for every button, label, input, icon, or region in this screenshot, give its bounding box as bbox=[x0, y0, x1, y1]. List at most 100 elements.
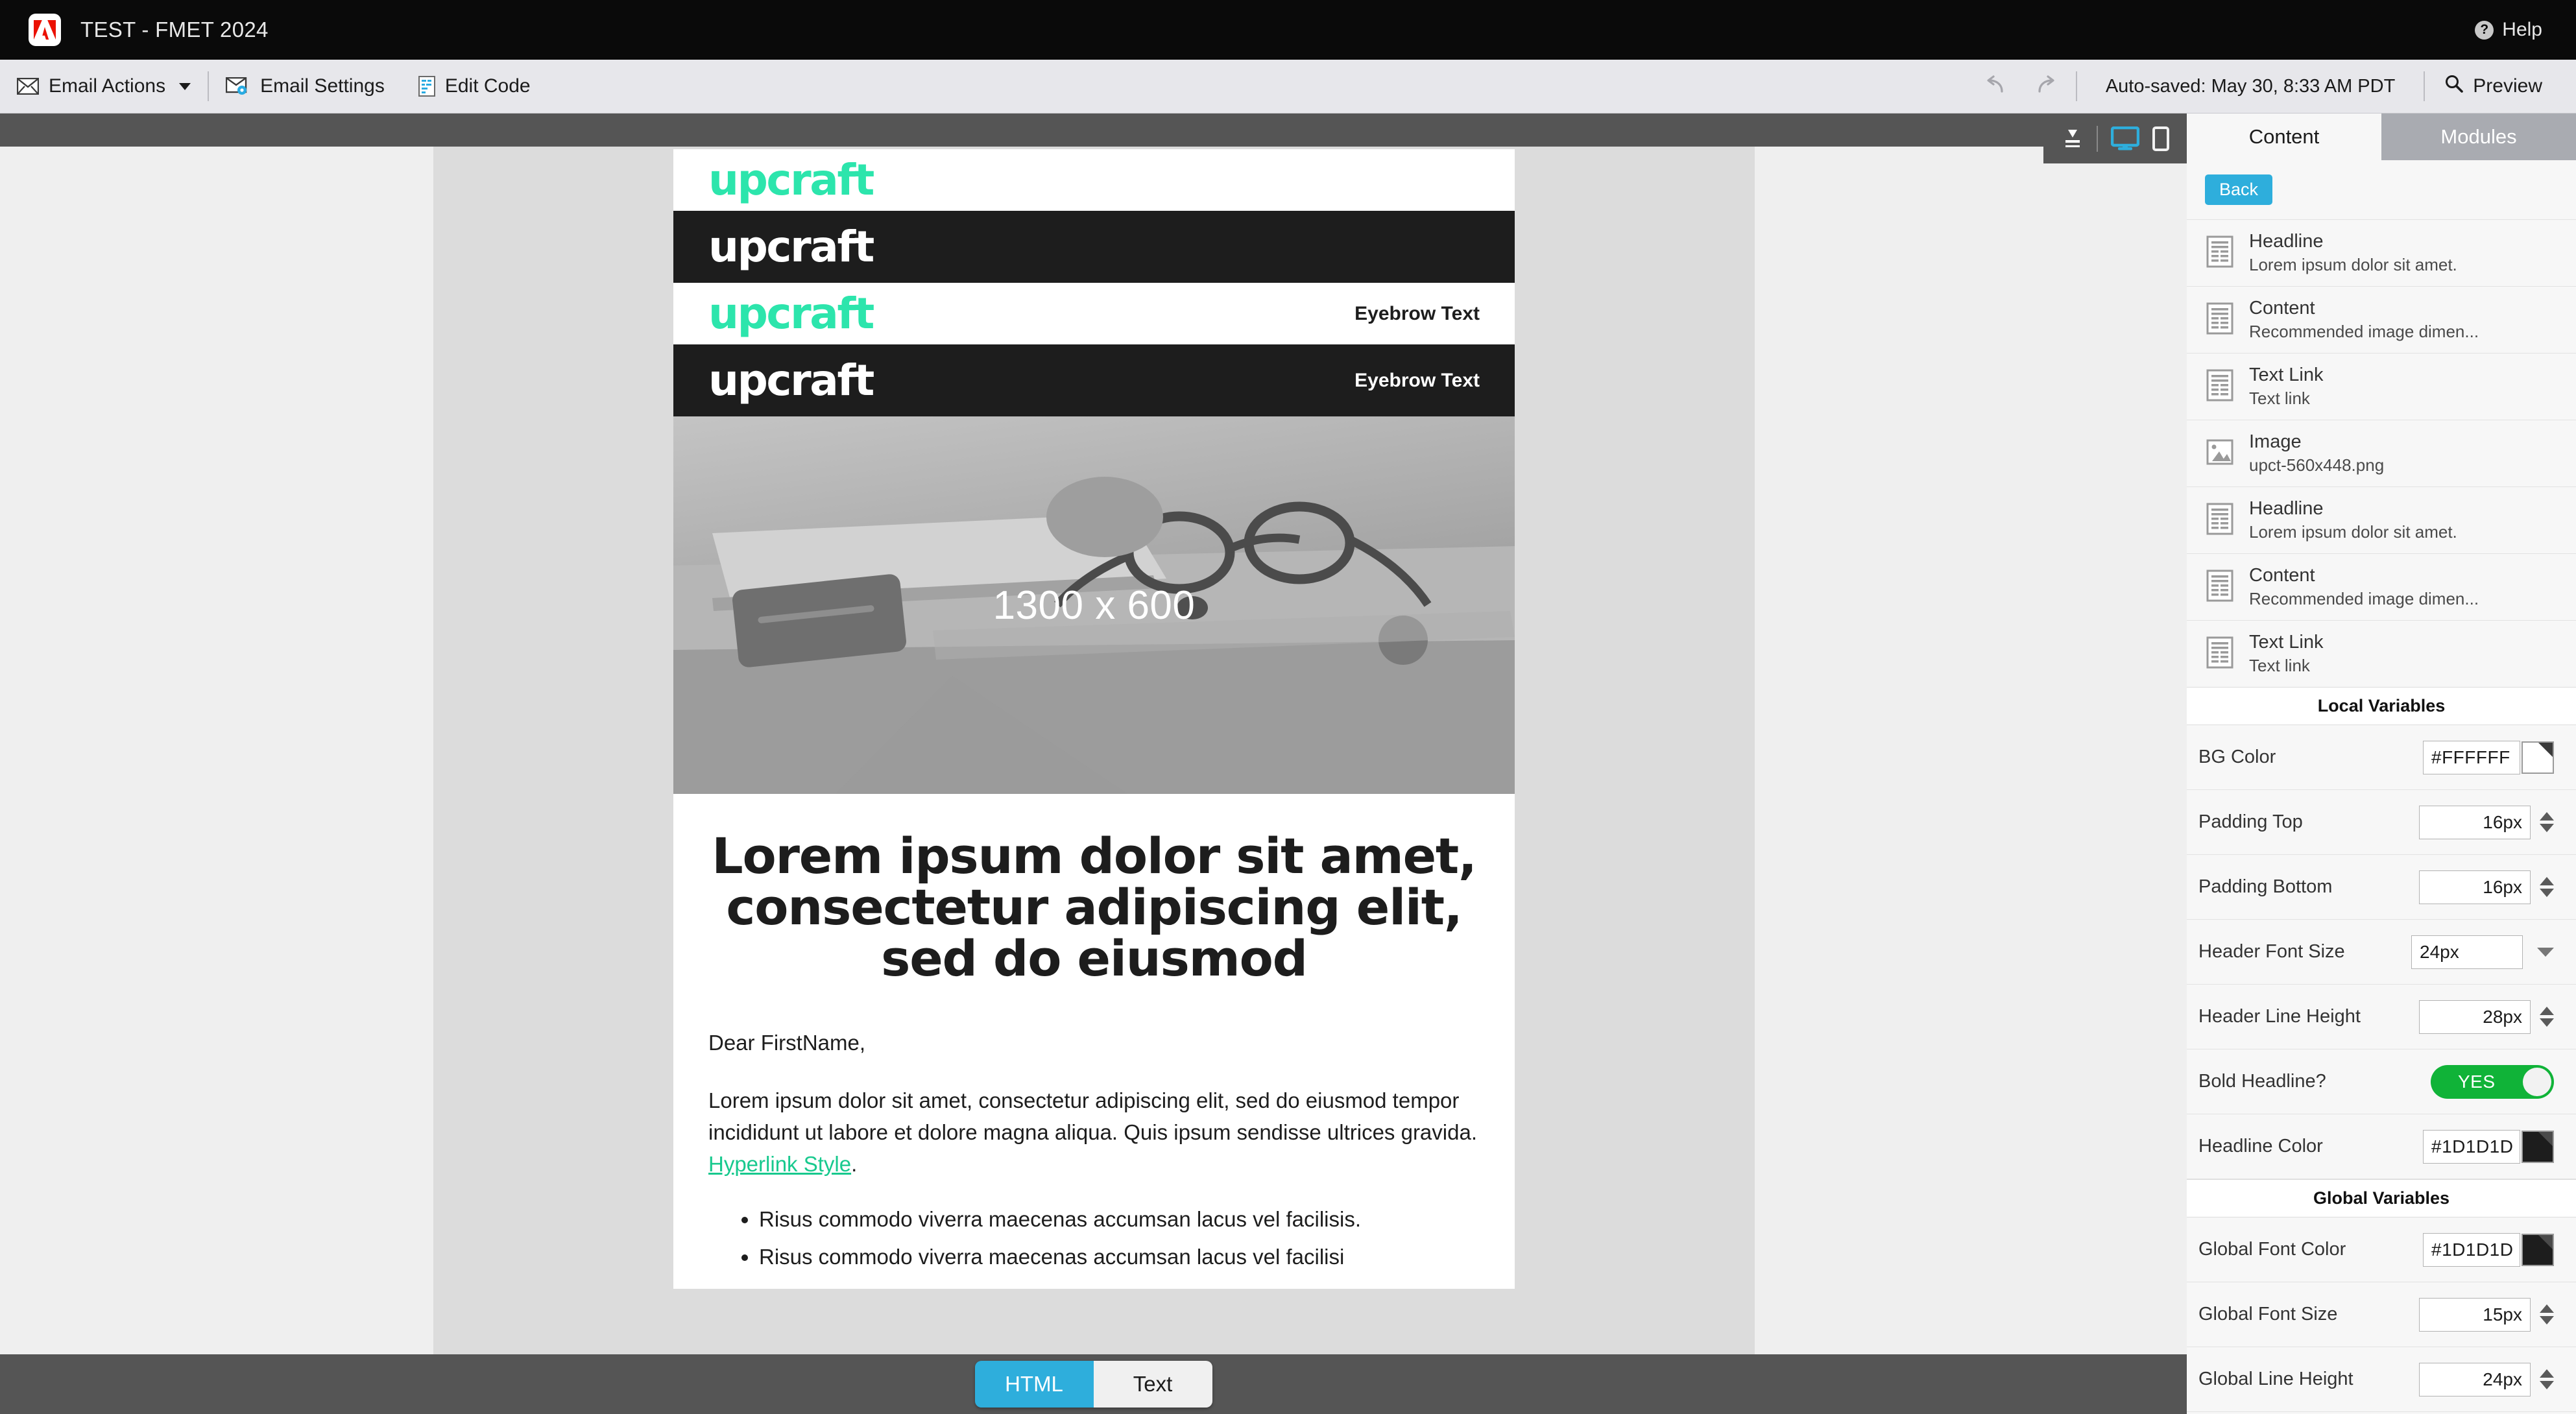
paragraph-period: . bbox=[851, 1152, 858, 1176]
global-font-color-swatch[interactable] bbox=[2522, 1233, 2554, 1266]
text-document-icon bbox=[2206, 369, 2233, 405]
stepper-down-icon bbox=[2540, 1381, 2554, 1389]
tab-html[interactable]: HTML bbox=[974, 1361, 1094, 1408]
stepper-down-icon bbox=[2540, 1018, 2554, 1027]
edit-code-button[interactable]: Edit Code bbox=[402, 60, 548, 113]
top-app-bar: TEST - FMET 2024 ? Help bbox=[0, 0, 2576, 60]
chevron-down-icon bbox=[179, 82, 191, 90]
stepper-up-icon bbox=[2540, 1304, 2554, 1313]
variable-label: Global Line Height bbox=[2198, 1369, 2353, 1389]
right-properties-panel: Content Modules Back Headline Lorem ipsu… bbox=[2187, 114, 2576, 1414]
list-item-subtitle: Recommended image dimen... bbox=[2249, 589, 2479, 608]
global-variables-header: Global Variables bbox=[2187, 1179, 2576, 1217]
variable-label: Headline Color bbox=[2198, 1136, 2323, 1156]
variable-label: Padding Top bbox=[2198, 811, 2303, 832]
hero-image-placeholder[interactable]: 1300 x 600 bbox=[673, 416, 1515, 794]
device-divider bbox=[2096, 125, 2098, 152]
edit-code-label: Edit Code bbox=[444, 75, 531, 97]
padding-top-stepper[interactable] bbox=[2540, 812, 2554, 832]
eyebrow-text: Eyebrow Text bbox=[1354, 302, 1480, 324]
list-item-title: Headline bbox=[2249, 498, 2324, 519]
tab-text[interactable]: Text bbox=[1093, 1361, 1212, 1408]
padding-bottom-stepper[interactable] bbox=[2540, 877, 2554, 897]
list-item[interactable]: Headline Lorem ipsum dolor sit amet. bbox=[2187, 486, 2576, 553]
global-font-size-stepper[interactable] bbox=[2540, 1304, 2554, 1324]
headline-color-input[interactable]: #1D1D1D bbox=[2423, 1129, 2520, 1164]
variable-label: Global Font Color bbox=[2198, 1239, 2346, 1260]
magnifier-icon bbox=[2444, 74, 2464, 99]
list-item: Risus commodo viverra maecenas accumsan … bbox=[759, 1201, 1480, 1238]
header-line-height-input[interactable]: 28px bbox=[2419, 1000, 2531, 1034]
list-item[interactable]: Content Recommended image dimen... bbox=[2187, 286, 2576, 353]
email-paragraph[interactable]: Lorem ipsum dolor sit amet, consectetur … bbox=[708, 1084, 1480, 1180]
toggle-value-label: YES bbox=[2458, 1071, 2496, 1092]
padding-bottom-input[interactable]: 16px bbox=[2419, 870, 2531, 904]
list-item-title: Content bbox=[2249, 298, 2315, 318]
email-headline[interactable]: Lorem ipsum dolor sit amet, consectetur … bbox=[708, 830, 1480, 984]
collapse-all-icon[interactable] bbox=[2062, 127, 2084, 150]
bg-color-input[interactable]: #FFFFFF bbox=[2423, 740, 2520, 774]
undo-arrow-icon[interactable] bbox=[1985, 75, 2007, 99]
email-salutation[interactable]: Dear FirstName, bbox=[708, 1027, 1480, 1059]
email-settings-button[interactable]: Email Settings bbox=[209, 60, 402, 113]
email-settings-label: Email Settings bbox=[260, 75, 385, 97]
upcraft-wordmark: upcraft bbox=[708, 221, 874, 272]
help-button[interactable]: ? Help bbox=[2475, 19, 2542, 41]
envelope-icon bbox=[17, 78, 39, 95]
chevron-down-icon[interactable] bbox=[2537, 947, 2554, 957]
code-document-icon bbox=[418, 76, 435, 97]
preview-button[interactable]: Preview bbox=[2425, 74, 2576, 99]
headline-color-swatch[interactable] bbox=[2522, 1130, 2554, 1163]
bg-color-swatch[interactable] bbox=[2522, 741, 2554, 774]
list-item-title: Text Link bbox=[2249, 632, 2324, 653]
list-item[interactable]: Image upct-560x448.png bbox=[2187, 420, 2576, 486]
variable-row-bold-headline: Bold Headline? YES bbox=[2187, 1049, 2576, 1114]
global-font-size-input[interactable]: 15px bbox=[2419, 1297, 2531, 1332]
adobe-logo-icon[interactable] bbox=[29, 14, 61, 46]
email-body: Lorem ipsum dolor sit amet, consectetur … bbox=[673, 794, 1515, 1289]
tab-content[interactable]: Content bbox=[2187, 114, 2381, 160]
global-font-color-input[interactable]: #1D1D1D bbox=[2423, 1232, 2520, 1267]
help-label: Help bbox=[2502, 19, 2542, 40]
text-document-icon bbox=[2206, 636, 2233, 672]
device-view-toolbar bbox=[2043, 114, 2187, 163]
redo-arrow-icon[interactable] bbox=[2034, 75, 2056, 99]
html-text-toggle: HTML Text bbox=[974, 1361, 1212, 1408]
text-document-icon bbox=[2206, 569, 2233, 605]
global-line-height-stepper[interactable] bbox=[2540, 1369, 2554, 1389]
tab-modules[interactable]: Modules bbox=[2381, 114, 2576, 160]
upcraft-wordmark: upcraft bbox=[708, 154, 874, 205]
variable-row-headline-color: Headline Color #1D1D1D bbox=[2187, 1114, 2576, 1179]
list-item[interactable]: Text Link Text link bbox=[2187, 620, 2576, 687]
bold-headline-toggle[interactable]: YES bbox=[2431, 1064, 2554, 1099]
email-band-logo-white[interactable]: upcraft bbox=[673, 149, 1515, 211]
mobile-phone-icon[interactable] bbox=[2152, 126, 2169, 151]
email-band-logo-eyebrow-dark[interactable]: upcraft Eyebrow Text bbox=[673, 344, 1515, 416]
list-item: Risus commodo viverra maecenas accumsan … bbox=[759, 1238, 1480, 1276]
email-preview-document: upcraft upcraft upcraft Eyebrow Text upc… bbox=[673, 149, 1515, 1289]
list-item[interactable]: Content Recommended image dimen... bbox=[2187, 553, 2576, 620]
email-band-logo-dark[interactable]: upcraft bbox=[673, 211, 1515, 283]
header-line-height-stepper[interactable] bbox=[2540, 1007, 2554, 1027]
list-item[interactable]: Headline Lorem ipsum dolor sit amet. bbox=[2187, 219, 2576, 286]
page-title: TEST - FMET 2024 bbox=[80, 18, 269, 42]
back-button[interactable]: Back bbox=[2205, 174, 2273, 205]
email-band-logo-eyebrow-white[interactable]: upcraft Eyebrow Text bbox=[673, 283, 1515, 344]
header-font-size-select[interactable]: 24px bbox=[2411, 935, 2523, 969]
text-document-icon bbox=[2206, 235, 2233, 271]
envelope-gear-icon bbox=[226, 77, 250, 95]
stepper-up-icon bbox=[2540, 812, 2554, 821]
text-document-icon bbox=[2206, 503, 2233, 538]
hyperlink-style-link[interactable]: Hyperlink Style bbox=[708, 1152, 851, 1176]
list-item[interactable]: Text Link Text link bbox=[2187, 353, 2576, 420]
variable-row-header-line-height: Header Line Height 28px bbox=[2187, 985, 2576, 1049]
padding-top-input[interactable]: 16px bbox=[2419, 805, 2531, 839]
email-bullet-list[interactable]: Risus commodo viverra maecenas accumsan … bbox=[759, 1201, 1480, 1276]
email-actions-button[interactable]: Email Actions bbox=[0, 60, 208, 113]
variable-label: Header Font Size bbox=[2198, 941, 2345, 962]
global-line-height-input[interactable]: 24px bbox=[2419, 1362, 2531, 1396]
text-document-icon bbox=[2206, 302, 2233, 338]
variable-row-bg-color: BG Color #FFFFFF bbox=[2187, 725, 2576, 790]
stepper-down-icon bbox=[2540, 889, 2554, 897]
desktop-monitor-icon[interactable] bbox=[2110, 126, 2139, 151]
